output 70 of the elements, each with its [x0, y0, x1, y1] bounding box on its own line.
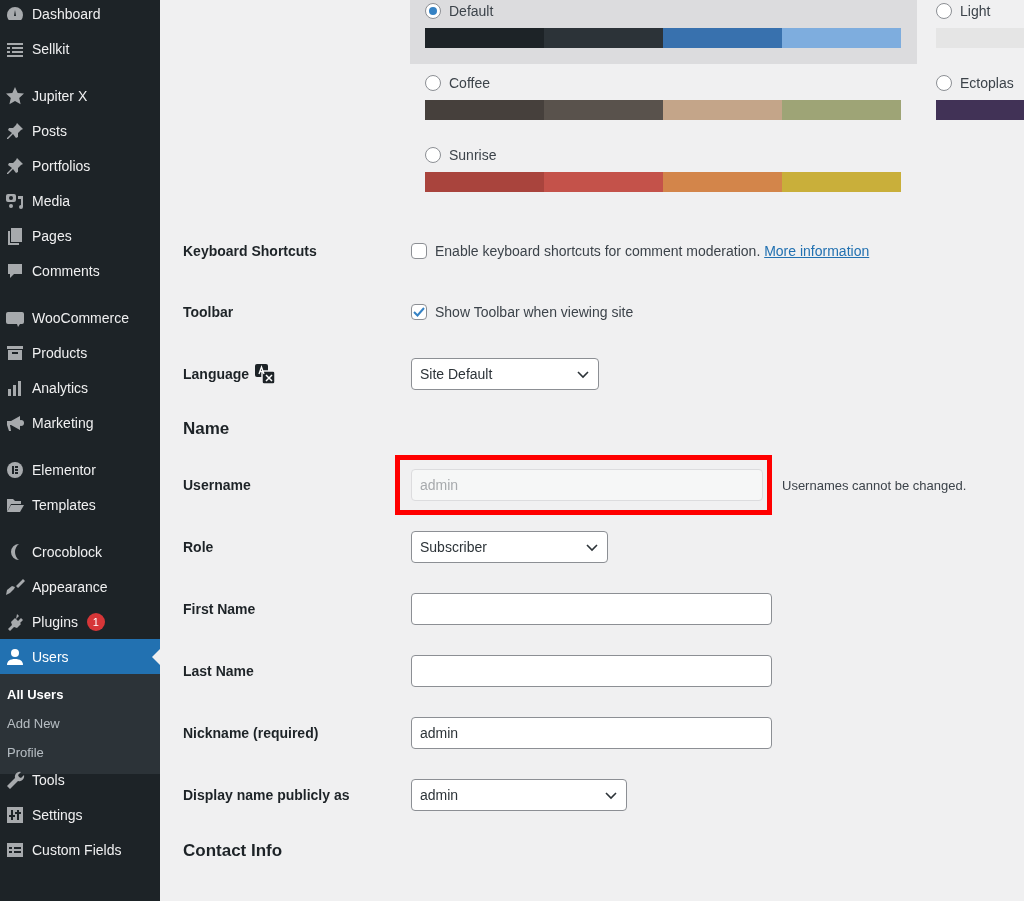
color-scheme-option[interactable]: Default: [410, 0, 917, 64]
sidebar-item[interactable]: Pages: [0, 218, 160, 253]
pushpin-icon: [5, 120, 25, 141]
sidebar-item[interactable]: Templates: [0, 487, 160, 522]
sliders-icon: [5, 804, 25, 825]
scheme-name: Default: [449, 3, 494, 19]
radio-button[interactable]: [425, 75, 441, 91]
submenu-item[interactable]: Add New: [0, 709, 160, 738]
star-icon: [5, 85, 25, 106]
field-label: Toolbar: [183, 304, 234, 320]
sidebar-item[interactable]: Plugins 1: [0, 604, 160, 639]
submenu-item[interactable]: All Users: [0, 680, 160, 709]
pages-icon: [5, 225, 25, 246]
checkbox-label: Show Toolbar when viewing site: [435, 304, 634, 320]
sidebar-item[interactable]: Settings: [0, 797, 160, 832]
scheme-name: Ectoplas: [960, 75, 1014, 91]
scheme-name: Sunrise: [449, 147, 497, 163]
sidebar-item[interactable]: Comments: [0, 253, 160, 288]
sidebar-item[interactable]: Sellkit: [0, 31, 160, 66]
color-scheme-option[interactable]: Coffee: [410, 64, 917, 136]
field-label: Nickname (required): [183, 725, 319, 741]
elementor-icon: [5, 459, 25, 480]
field-label: Role: [183, 539, 214, 555]
field-label: First Name: [183, 601, 256, 617]
radio-button[interactable]: [425, 147, 441, 163]
radio-button[interactable]: [936, 75, 952, 91]
section-heading: Name: [183, 419, 231, 439]
user-icon: [5, 646, 25, 667]
sidebar-item[interactable]: Custom Fields: [0, 832, 160, 867]
field-note: Usernames cannot be changed.: [782, 477, 967, 493]
sidebar-item[interactable]: Elementor: [0, 452, 160, 487]
dropdown[interactable]: Subscriber: [411, 531, 608, 563]
scheme-name: Light: [960, 3, 991, 19]
sidebar-item[interactable]: Portfolios: [0, 148, 160, 183]
input-field[interactable]: [411, 655, 772, 687]
radio-button[interactable]: [936, 3, 952, 19]
wrench-icon: [5, 769, 25, 790]
scheme-name: Coffee: [449, 75, 490, 91]
color-scheme-option[interactable]: Sunrise: [410, 136, 917, 208]
sidebar-item[interactable]: Products: [0, 335, 160, 370]
sidebar-item[interactable]: Marketing: [0, 405, 160, 440]
color-scheme-option[interactable]: Light: [921, 0, 1024, 64]
paintbrush-icon: [5, 576, 25, 597]
sidebar-item[interactable]: WooCommerce: [0, 300, 160, 335]
sidebar-item[interactable]: Jupiter X: [0, 78, 160, 113]
dropdown[interactable]: admin: [411, 779, 627, 811]
section-heading: Contact Info: [183, 841, 284, 861]
field-label: Username: [183, 477, 251, 493]
sidebar-item[interactable]: Analytics: [0, 370, 160, 405]
input-field[interactable]: admin: [411, 717, 772, 749]
radio-button[interactable]: [425, 3, 441, 19]
notification-count: 1: [86, 612, 105, 631]
sidebar-item[interactable]: Appearance: [0, 569, 160, 604]
sidebar-item[interactable]: Users: [0, 639, 160, 674]
checkbox[interactable]: [411, 304, 427, 320]
checkbox-label: Enable keyboard shortcuts for comment moderation. More information: [435, 242, 870, 259]
sidebar-item[interactable]: Dashboard: [0, 0, 160, 31]
input-field[interactable]: [411, 593, 772, 625]
dropdown[interactable]: Site Default: [411, 357, 599, 390]
field-label: Keyboard Shortcuts: [183, 242, 317, 259]
pushpin-icon: [5, 155, 25, 176]
sidebar-item[interactable]: Crocoblock: [0, 534, 160, 569]
field-label: Last Name: [183, 663, 254, 679]
sidebar-item[interactable]: Media: [0, 183, 160, 218]
field-label: Display name publicly as: [183, 787, 350, 803]
sidebar-item[interactable]: Posts: [0, 113, 160, 148]
checkbox[interactable]: [411, 242, 427, 259]
field-label: Language: [183, 365, 250, 382]
more-information-link[interactable]: More information: [764, 242, 870, 259]
color-scheme-option[interactable]: Ectoplas: [921, 64, 1024, 136]
